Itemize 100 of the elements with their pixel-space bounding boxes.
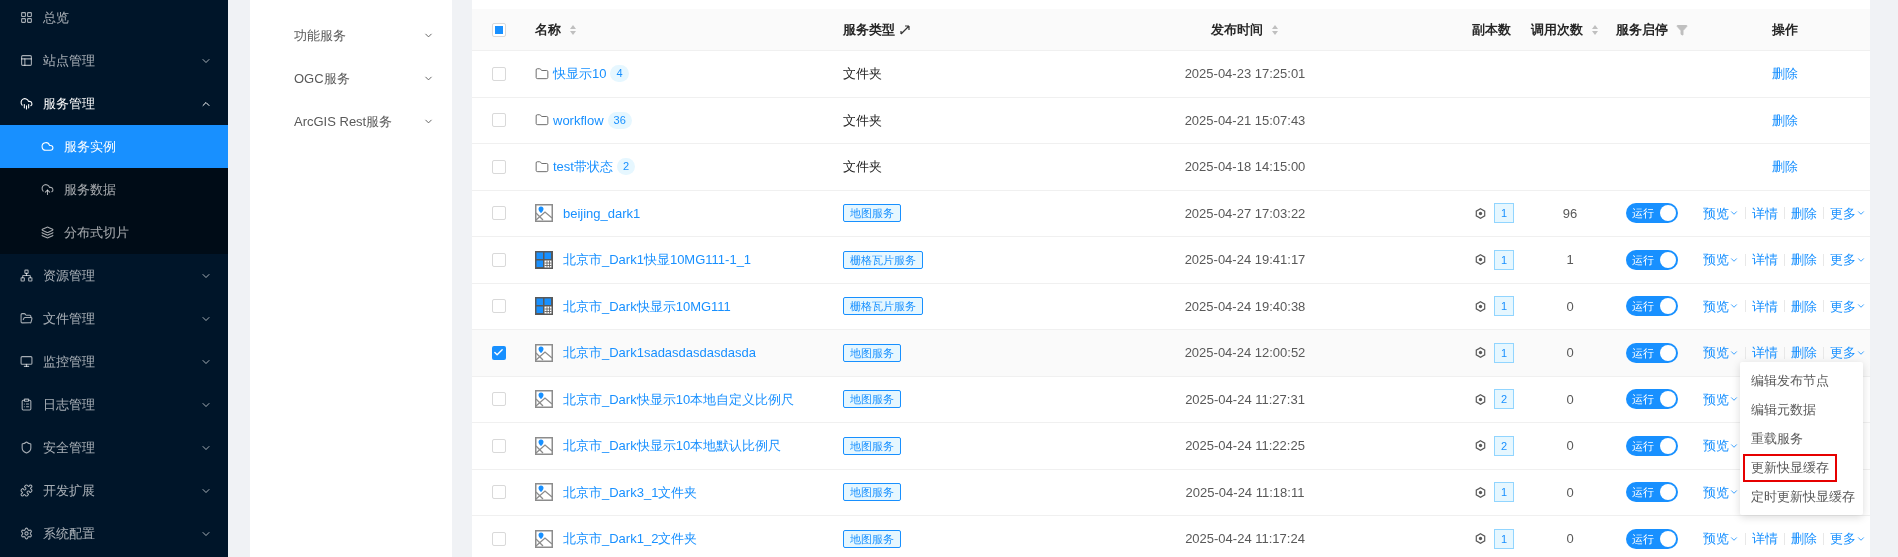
hexagon-gear-icon xyxy=(1475,533,1486,545)
service-name-link[interactable]: beijing_dark1 xyxy=(563,203,641,223)
replica-count: 1 xyxy=(1494,249,1514,270)
checkbox[interactable] xyxy=(491,299,506,314)
action-link[interactable]: 删除 xyxy=(1772,157,1798,177)
sidebar-item[interactable]: 系统配置 xyxy=(0,512,228,555)
action-link[interactable]: 更多 xyxy=(1830,250,1866,270)
action-link[interactable]: 详情 xyxy=(1752,529,1778,549)
menu-item[interactable]: 重载服务 xyxy=(1743,424,1811,453)
checkbox[interactable] xyxy=(491,206,506,221)
sidebar-item[interactable]: 站点管理 xyxy=(0,39,228,82)
action-link[interactable]: 预览 xyxy=(1703,343,1739,363)
action-link[interactable]: 删除 xyxy=(1772,110,1798,130)
action-link[interactable]: 删除 xyxy=(1791,203,1817,223)
sidebar-item[interactable]: 资源管理 xyxy=(0,254,228,297)
action-link[interactable]: 删除 xyxy=(1791,250,1817,270)
menu-item[interactable]: 更新快显缓存 xyxy=(1743,453,1837,482)
service-name-link[interactable]: 北京市_Dark3_1文件夹 xyxy=(563,482,698,502)
resize-icon[interactable] xyxy=(899,23,911,36)
service-name-link[interactable]: test带状态 xyxy=(553,157,613,177)
call-count: 0 xyxy=(1566,483,1574,502)
sidebar-item[interactable]: 服务管理 xyxy=(0,82,228,125)
checkbox[interactable] xyxy=(491,113,506,128)
checkbox[interactable] xyxy=(491,159,506,174)
action-link[interactable]: 预览 xyxy=(1703,296,1739,316)
menu-item[interactable]: 定时更新快显缓存 xyxy=(1743,482,1863,511)
run-toggle[interactable]: 运行 xyxy=(1626,482,1678,503)
action-link[interactable]: 更多 xyxy=(1830,343,1866,363)
action-link[interactable]: 更多 xyxy=(1830,203,1866,223)
run-toggle[interactable]: 运行 xyxy=(1626,342,1678,363)
sort-icon[interactable] xyxy=(569,23,577,36)
sidebar-item[interactable]: 安全管理 xyxy=(0,426,228,469)
hexagon-gear-icon xyxy=(1475,440,1486,452)
run-toggle[interactable]: 运行 xyxy=(1626,249,1678,270)
action-link[interactable]: 更多 xyxy=(1830,296,1866,316)
publish-time: 2025-04-24 11:18:11 xyxy=(1185,483,1305,502)
filter-icon[interactable] xyxy=(1676,23,1688,36)
service-type-tag: 地图服务 xyxy=(843,204,901,223)
service-name-link[interactable]: 北京市_Dark1_2文件夹 xyxy=(563,529,698,549)
checkbox[interactable] xyxy=(491,66,506,81)
hexagon-gear-icon xyxy=(1475,254,1486,266)
sidebar-item[interactable]: 文件管理 xyxy=(0,297,228,340)
category-item[interactable]: 功能服务 xyxy=(250,14,452,57)
service-name-link[interactable]: 北京市_Dark1快显10MG111-1_1 xyxy=(563,250,752,270)
action-link[interactable]: 更多 xyxy=(1830,529,1866,549)
run-toggle[interactable]: 运行 xyxy=(1626,435,1678,456)
action-link[interactable]: 预览 xyxy=(1703,389,1739,409)
action-link[interactable]: 详情 xyxy=(1752,343,1778,363)
service-type-tag: 栅格瓦片服务 xyxy=(843,250,923,269)
map-icon xyxy=(535,529,553,548)
service-name-link[interactable]: 北京市_Dark快显示10MG111 xyxy=(563,296,731,316)
network-icon xyxy=(20,269,33,282)
submenu-item[interactable]: 服务实例 xyxy=(0,125,228,168)
checkbox[interactable] xyxy=(491,438,506,453)
checkbox[interactable] xyxy=(491,345,506,360)
service-name-link[interactable]: 北京市_Dark1sadasdasdasdasda xyxy=(563,343,756,363)
service-name-link[interactable]: workflow xyxy=(553,110,604,130)
checkbox[interactable] xyxy=(491,531,506,546)
action-link[interactable]: 预览 xyxy=(1703,203,1739,223)
run-toggle[interactable]: 运行 xyxy=(1626,389,1678,410)
publish-time: 2025-04-23 17:25:01 xyxy=(1184,65,1306,83)
sort-icon[interactable] xyxy=(1271,23,1279,36)
service-name-link[interactable]: 北京市_Dark快显示10本地自定义比例尺 xyxy=(563,389,795,409)
sidebar-item[interactable]: 日志管理 xyxy=(0,383,228,426)
run-toggle[interactable]: 运行 xyxy=(1626,528,1678,549)
map-icon xyxy=(535,436,553,455)
menu-item[interactable]: 编辑元数据 xyxy=(1743,395,1824,424)
checkbox[interactable] xyxy=(491,392,506,407)
service-type-tag: 地图服务 xyxy=(843,390,901,409)
publish-time: 2025-04-24 11:17:24 xyxy=(1185,530,1305,548)
action-link[interactable]: 删除 xyxy=(1791,529,1817,549)
category-item[interactable]: ArcGIS Rest服务 xyxy=(250,100,452,143)
action-link[interactable]: 详情 xyxy=(1752,250,1778,270)
count-badge: 2 xyxy=(616,158,636,176)
layers-icon xyxy=(41,226,54,239)
action-link[interactable]: 预览 xyxy=(1703,436,1739,456)
action-link[interactable]: 详情 xyxy=(1752,296,1778,316)
action-link[interactable]: 预览 xyxy=(1703,529,1739,549)
checkbox[interactable] xyxy=(491,485,506,500)
action-link[interactable]: 删除 xyxy=(1772,64,1798,84)
category-item[interactable]: OGC服务 xyxy=(250,57,452,100)
action-link[interactable]: 预览 xyxy=(1703,250,1739,270)
action-link[interactable]: 删除 xyxy=(1791,296,1817,316)
service-name-link[interactable]: 快显示10 xyxy=(553,64,607,84)
sidebar-item[interactable]: 总览 xyxy=(0,0,228,39)
service-name-link[interactable]: 北京市_Dark快显示10本地默认比例尺 xyxy=(563,436,782,456)
clipboard-icon xyxy=(20,398,33,411)
action-link[interactable]: 详情 xyxy=(1752,203,1778,223)
sort-icon[interactable] xyxy=(1591,23,1599,36)
run-toggle[interactable]: 运行 xyxy=(1626,296,1678,317)
submenu-item[interactable]: 服务数据 xyxy=(0,168,228,211)
submenu-item[interactable]: 分布式切片 xyxy=(0,211,228,254)
settings-icon xyxy=(20,527,33,540)
checkbox[interactable] xyxy=(491,252,506,267)
sidebar-item[interactable]: 开发扩展 xyxy=(0,469,228,512)
checkbox[interactable] xyxy=(491,22,506,37)
action-link[interactable]: 预览 xyxy=(1703,482,1739,502)
run-toggle[interactable]: 运行 xyxy=(1626,203,1678,224)
sidebar-item[interactable]: 监控管理 xyxy=(0,340,228,383)
action-link[interactable]: 删除 xyxy=(1791,343,1817,363)
